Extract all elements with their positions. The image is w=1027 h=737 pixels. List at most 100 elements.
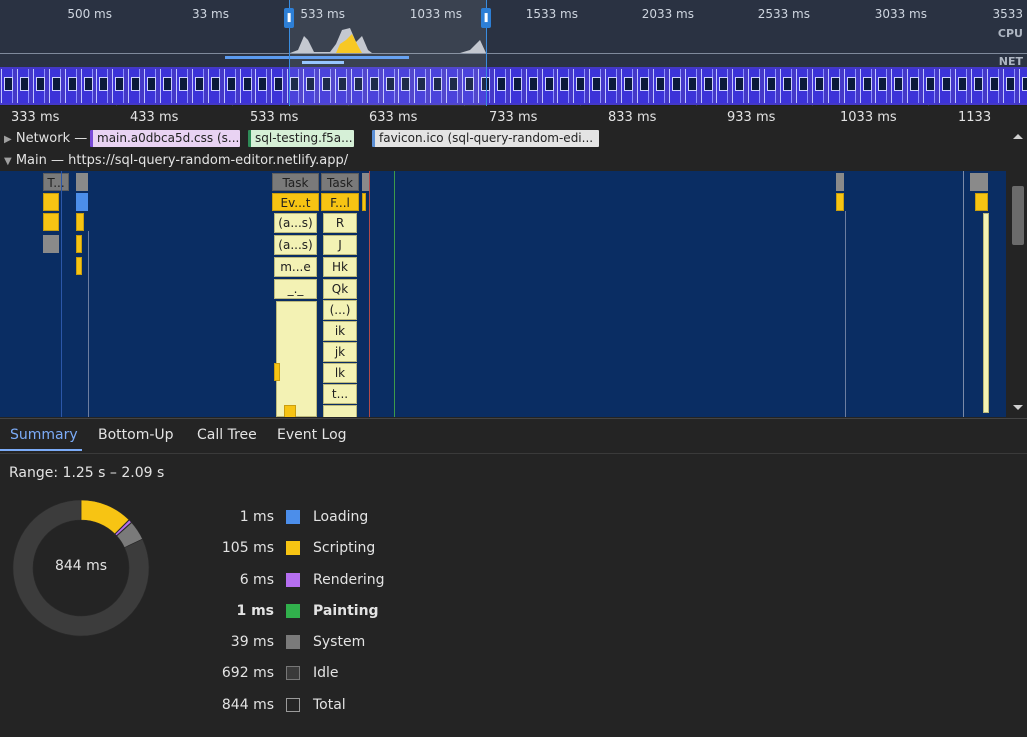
network-track[interactable]: ▶ Network — main.a0dbca5d.css (s... sql-… xyxy=(0,128,1010,149)
flame-event[interactable]: F...l xyxy=(321,193,359,211)
screenshot-thumbnail[interactable] xyxy=(701,69,713,103)
screenshot-thumbnail[interactable] xyxy=(875,69,887,103)
screenshot-thumbnail[interactable] xyxy=(605,69,617,103)
flame-event[interactable] xyxy=(43,193,59,211)
screenshot-thumbnail[interactable] xyxy=(589,69,601,103)
screenshot-thumbnail[interactable] xyxy=(494,69,506,103)
network-request[interactable]: sql-testing.f5a... xyxy=(248,130,354,147)
screenshot-thumbnail[interactable] xyxy=(557,69,569,103)
flame-call-stack[interactable] xyxy=(983,213,989,413)
screenshot-thumbnail[interactable] xyxy=(987,69,999,103)
screenshot-thumbnail[interactable] xyxy=(271,69,283,103)
screenshot-thumbnail[interactable] xyxy=(1,69,13,103)
network-track-header[interactable]: ▶ Network — xyxy=(4,131,87,146)
network-request[interactable]: favicon.ico (sql-query-random-edi... xyxy=(372,130,599,147)
screenshot-thumbnail[interactable] xyxy=(971,69,983,103)
screenshot-thumbnail[interactable] xyxy=(240,69,252,103)
flame-call[interactable]: ik xyxy=(323,321,357,341)
flame-event[interactable] xyxy=(362,193,366,211)
flame-event[interactable] xyxy=(76,213,84,231)
screenshot-thumbnail[interactable] xyxy=(224,69,236,103)
screenshot-thumbnail[interactable] xyxy=(17,69,29,103)
screenshot-thumbnail[interactable] xyxy=(112,69,124,103)
expand-triangle-icon[interactable]: ▶ xyxy=(4,134,12,145)
scrollbar-thumb[interactable] xyxy=(1012,186,1024,245)
flame-call[interactable]: (a...s) xyxy=(274,235,317,255)
flame-call[interactable]: Hk xyxy=(323,257,357,277)
screenshot-thumbnail[interactable] xyxy=(796,69,808,103)
flame-scrollbar[interactable] xyxy=(1010,128,1027,417)
screenshot-thumbnail[interactable] xyxy=(49,69,61,103)
flame-event[interactable] xyxy=(274,363,280,381)
screenshot-thumbnail[interactable] xyxy=(955,69,967,103)
tab-bottom-up[interactable]: Bottom-Up xyxy=(98,427,174,443)
screenshot-thumbnail[interactable] xyxy=(255,69,267,103)
screenshot-thumbnail[interactable] xyxy=(192,69,204,103)
screenshot-thumbnail[interactable] xyxy=(653,69,665,103)
flame-call[interactable]: m...e xyxy=(274,257,317,277)
flame-event[interactable] xyxy=(284,405,296,417)
screenshot-thumbnail[interactable] xyxy=(573,69,585,103)
screenshot-thumbnail[interactable] xyxy=(128,69,140,103)
screenshot-thumbnail[interactable] xyxy=(637,69,649,103)
screenshot-thumbnail[interactable] xyxy=(144,69,156,103)
flame-call[interactable]: lk xyxy=(323,363,357,383)
tab-summary[interactable]: Summary xyxy=(10,427,78,443)
screenshot-thumbnail[interactable] xyxy=(939,69,951,103)
flame-call[interactable]: (a...s) xyxy=(274,213,317,233)
screenshot-thumbnail[interactable] xyxy=(780,69,792,103)
flame-event[interactable] xyxy=(76,257,82,275)
screenshot-thumbnail[interactable] xyxy=(716,69,728,103)
flame-event[interactable] xyxy=(836,193,844,211)
flame-event[interactable] xyxy=(76,193,88,211)
flame-call[interactable]: (...) xyxy=(323,300,357,320)
main-flame-chart[interactable]: T... Task Task Ev...t F...l (a...s) R (a… xyxy=(0,171,1006,417)
screenshot-thumbnail[interactable] xyxy=(621,69,633,103)
flame-call[interactable]: jk xyxy=(323,342,357,362)
flame-task[interactable] xyxy=(836,173,844,191)
screenshot-thumbnail[interactable] xyxy=(669,69,681,103)
screenshot-thumbnail[interactable] xyxy=(510,69,522,103)
screenshot-thumbnail[interactable] xyxy=(176,69,188,103)
screenshot-thumbnail[interactable] xyxy=(81,69,93,103)
tab-call-tree[interactable]: Call Tree xyxy=(197,427,257,443)
flame-call[interactable]: J xyxy=(323,235,357,255)
flame-task[interactable]: Task xyxy=(321,173,359,191)
screenshot-thumbnail[interactable] xyxy=(860,69,872,103)
collapse-triangle-icon[interactable]: ▼ xyxy=(4,156,12,167)
network-request[interactable]: main.a0dbca5d.css (s... xyxy=(90,130,240,147)
screenshot-thumbnail[interactable] xyxy=(923,69,935,103)
screenshot-thumbnail[interactable] xyxy=(33,69,45,103)
flame-call[interactable] xyxy=(323,405,357,417)
screenshot-thumbnail[interactable] xyxy=(526,69,538,103)
flame-call[interactable]: Qk xyxy=(323,279,357,299)
flame-task[interactable] xyxy=(970,173,988,191)
tab-event-log[interactable]: Event Log xyxy=(277,427,347,443)
screenshot-thumbnail[interactable] xyxy=(812,69,824,103)
flame-event[interactable] xyxy=(43,213,59,231)
screenshot-thumbnail[interactable] xyxy=(1003,69,1015,103)
screenshot-thumbnail[interactable] xyxy=(844,69,856,103)
screenshot-thumbnail[interactable] xyxy=(732,69,744,103)
screenshot-thumbnail[interactable] xyxy=(1019,69,1027,103)
flame-event[interactable] xyxy=(975,193,988,211)
screenshot-thumbnail[interactable] xyxy=(685,69,697,103)
screenshot-thumbnail[interactable] xyxy=(542,69,554,103)
screenshot-thumbnail[interactable] xyxy=(96,69,108,103)
main-track-header[interactable]: ▼ Main — https://sql-query-random-editor… xyxy=(0,149,1010,171)
screenshot-thumbnail[interactable] xyxy=(907,69,919,103)
flame-event[interactable] xyxy=(76,235,82,253)
screenshot-thumbnail[interactable] xyxy=(828,69,840,103)
flame-event[interactable]: Ev...t xyxy=(272,193,319,211)
screenshot-thumbnail[interactable] xyxy=(160,69,172,103)
flame-task[interactable] xyxy=(76,173,88,191)
flame-call[interactable]: _._ xyxy=(274,279,317,299)
flame-task[interactable]: Task xyxy=(272,173,319,191)
timeline-overview[interactable]: ❚ ❚ 500 ms 33 ms 533 ms 1033 ms 1533 ms … xyxy=(0,0,1027,106)
scroll-down-icon[interactable] xyxy=(1013,405,1023,410)
screenshot-thumbnail[interactable] xyxy=(65,69,77,103)
screenshot-thumbnail[interactable] xyxy=(764,69,776,103)
screenshot-thumbnail[interactable] xyxy=(748,69,760,103)
flame-call[interactable]: t... xyxy=(323,384,357,404)
flame-task[interactable]: T... xyxy=(43,173,69,191)
